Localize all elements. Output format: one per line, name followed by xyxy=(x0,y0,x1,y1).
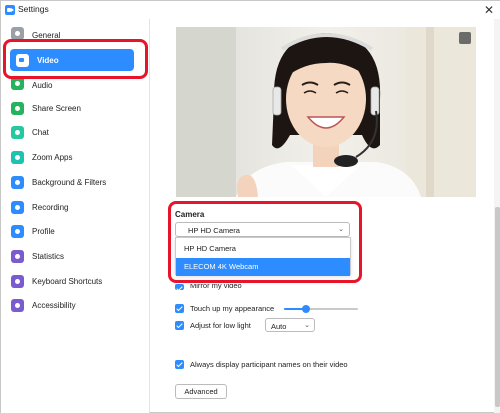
sidebar-item-label: Profile xyxy=(32,226,55,236)
low-light-select-value: Auto xyxy=(271,322,287,331)
camera-highlight-ring xyxy=(168,201,362,283)
sidebar-item-zoom-apps[interactable]: Zoom Apps xyxy=(11,147,135,167)
apps-icon xyxy=(11,150,24,164)
sidebar-item-label: Keyboard Shortcuts xyxy=(32,276,103,286)
sidebar-item-label: Zoom Apps xyxy=(32,152,73,162)
chat-bubble-icon xyxy=(11,125,24,139)
sidebar-item-label: Share Screen xyxy=(32,103,81,113)
touch-up-slider[interactable] xyxy=(284,305,358,313)
sidebar-item-accessibility[interactable]: Accessibility xyxy=(11,295,135,315)
advanced-button[interactable]: Advanced xyxy=(175,384,227,399)
rotate-camera-icon[interactable] xyxy=(459,32,471,44)
sidebar-item-background-filters[interactable]: Background & Filters xyxy=(11,172,135,192)
share-screen-icon xyxy=(11,101,24,115)
sidebar-item-chat[interactable]: Chat xyxy=(11,122,135,142)
slider-knob[interactable] xyxy=(302,305,311,313)
sidebar-item-audio[interactable]: Audio xyxy=(11,79,135,90)
mirror-video-checkbox[interactable] xyxy=(175,284,184,290)
headphones-icon xyxy=(11,79,24,90)
settings-window: Settings ✕ General Video Audio Share Scr… xyxy=(0,0,500,413)
accessibility-icon xyxy=(11,298,24,312)
sidebar-item-label: Accessibility xyxy=(32,300,76,310)
sidebar-item-statistics[interactable]: Statistics xyxy=(11,246,135,266)
low-light-label: Adjust for low light xyxy=(190,320,251,330)
sidebar-item-general[interactable]: General xyxy=(11,26,135,40)
sidebar-item-label: Background & Filters xyxy=(32,177,107,187)
sidebar-item-label: Chat xyxy=(32,127,49,137)
mirror-video-label: Mirror my video xyxy=(190,284,242,290)
background-filters-icon xyxy=(11,175,24,189)
video-settings-panel: Camera HP HD Camera ⌄ HP HD Camera ELECO… xyxy=(151,19,500,413)
window-title: Settings xyxy=(18,4,49,14)
low-light-checkbox[interactable] xyxy=(175,320,184,330)
sidebar-item-recording[interactable]: Recording xyxy=(11,197,135,217)
zoom-app-icon xyxy=(5,5,15,15)
sidebar-item-label: Audio xyxy=(32,81,53,90)
sidebar-item-profile[interactable]: Profile xyxy=(11,221,135,241)
keyboard-icon xyxy=(11,274,24,288)
mirror-video-row[interactable]: Mirror my video xyxy=(175,284,242,292)
scrollbar-thumb[interactable] xyxy=(495,207,500,407)
sidebar-item-share-screen[interactable]: Share Screen xyxy=(11,98,135,118)
sidebar-item-keyboard-shortcuts[interactable]: Keyboard Shortcuts xyxy=(11,271,135,291)
video-highlight-ring xyxy=(3,39,148,79)
display-names-label: Always display participant names on thei… xyxy=(190,359,348,369)
title-bar: Settings ✕ xyxy=(1,1,500,19)
sidebar-item-label: Recording xyxy=(32,202,69,212)
statistics-icon xyxy=(11,249,24,263)
chevron-down-icon: ⌄ xyxy=(304,322,310,329)
camera-preview xyxy=(176,27,476,197)
profile-icon xyxy=(11,224,24,238)
display-names-checkbox[interactable] xyxy=(175,359,184,369)
low-light-select[interactable]: Auto ⌄ xyxy=(265,318,315,332)
low-light-row[interactable]: Adjust for low light xyxy=(175,318,251,332)
sidebar-item-label: Statistics xyxy=(32,251,65,261)
touch-up-checkbox[interactable] xyxy=(175,303,184,313)
display-names-row[interactable]: Always display participant names on thei… xyxy=(175,357,348,371)
webcam-preview-image xyxy=(176,27,476,197)
touch-up-row[interactable]: Touch up my appearance xyxy=(175,301,274,315)
touch-up-label: Touch up my appearance xyxy=(190,303,275,313)
recording-icon xyxy=(11,200,24,214)
close-button[interactable]: ✕ xyxy=(481,2,497,18)
